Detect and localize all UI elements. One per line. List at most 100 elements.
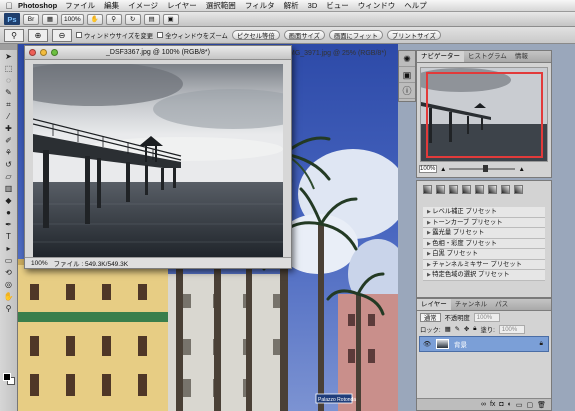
menu-select[interactable]: 選択範囲 xyxy=(206,0,236,11)
eye-icon[interactable]: 👁︎ xyxy=(423,340,431,348)
tab-layers[interactable]: レイヤー xyxy=(417,299,451,310)
layer-row-background[interactable]: 👁︎ 背景 🔒︎ xyxy=(419,336,549,352)
actual-pixels-button[interactable]: ピクセル等倍 xyxy=(231,30,280,40)
brush-tool-icon[interactable]: ✐ xyxy=(1,135,17,146)
history-brush-tool-icon[interactable]: ↺ xyxy=(1,159,17,170)
lock-transparency-icon[interactable]: ▦ xyxy=(445,326,451,333)
dodge-tool-icon[interactable]: ● xyxy=(1,207,17,218)
menu-filter[interactable]: フィルタ xyxy=(245,0,275,11)
preset-black-white[interactable]: 白黒 プリセット xyxy=(423,249,545,260)
info-panel-icon[interactable]: ⓘ xyxy=(399,83,415,99)
menu-3d[interactable]: 3D xyxy=(308,1,318,10)
menu-analysis[interactable]: 解析 xyxy=(284,0,299,11)
shape-tool-icon[interactable]: ▭ xyxy=(1,255,17,266)
hand-tool-icon[interactable]: ✋ xyxy=(86,13,103,25)
lock-image-icon[interactable]: ✎ xyxy=(455,326,460,333)
opacity-field[interactable]: 100% xyxy=(473,312,500,322)
layer-style-icon[interactable]: fx xyxy=(490,401,495,408)
menu-image[interactable]: イメージ xyxy=(128,0,158,11)
menu-layer[interactable]: レイヤー xyxy=(167,0,197,11)
tab-paths[interactable]: パス xyxy=(491,299,512,310)
menu-edit[interactable]: 編集 xyxy=(104,0,119,11)
curves-adjust-icon[interactable] xyxy=(449,185,458,194)
apple-icon[interactable]:  xyxy=(0,1,18,11)
guides-button[interactable]: ▦ xyxy=(42,13,58,25)
preset-selective-color[interactable]: 特定色域の選択 プリセット xyxy=(423,270,545,281)
menu-help[interactable]: ヘルプ xyxy=(404,0,427,11)
document-title-bar[interactable]: _DSF3367.jpg @ 100% (RGB/8*) xyxy=(25,46,291,60)
adjustments-panel-icon[interactable]: ▣ xyxy=(399,67,415,83)
zoom-out-icon[interactable]: ⊖ xyxy=(52,28,72,42)
hand-tool-icon[interactable]: ✋ xyxy=(1,291,17,302)
tool-presets-icon[interactable]: ✺ xyxy=(399,51,415,67)
navigator-zoom-slider[interactable] xyxy=(449,165,516,172)
preset-exposure[interactable]: 露光量 プリセット xyxy=(423,228,545,239)
tools-panel-grip[interactable] xyxy=(0,44,17,50)
exposure-adjust-icon[interactable] xyxy=(462,185,471,194)
blend-mode-select[interactable]: 通常 xyxy=(420,312,441,322)
color-balance-adjust-icon[interactable] xyxy=(501,185,510,194)
tab-channels[interactable]: チャンネル xyxy=(451,299,491,310)
tab-histogram[interactable]: ヒストグラム xyxy=(464,51,511,62)
navigator-zoom-field[interactable]: 100% xyxy=(419,165,437,173)
fill-screen-button[interactable]: 画面にフィット xyxy=(328,30,383,40)
move-tool-icon[interactable]: ➤ xyxy=(1,51,17,62)
preset-curves[interactable]: トーンカーブ プリセット xyxy=(423,217,545,228)
rotate-view-icon[interactable]: ↻ xyxy=(124,13,141,25)
trash-icon[interactable]: 🗑︎ xyxy=(537,401,546,409)
lasso-tool-icon[interactable]: ◌ xyxy=(1,75,17,86)
pier-photo[interactable] xyxy=(33,64,283,257)
zoom-out-small-icon[interactable]: ▲ xyxy=(440,166,446,173)
tab-navigator[interactable]: ナビゲーター xyxy=(417,51,464,62)
eraser-tool-icon[interactable]: ▱ xyxy=(1,171,17,182)
pen-tool-icon[interactable]: ✒ xyxy=(1,219,17,230)
zoom-level-select[interactable]: 100% xyxy=(61,13,84,25)
checkbox-box[interactable] xyxy=(76,32,82,38)
3d-orbit-tool-icon[interactable]: ◎ xyxy=(1,279,17,290)
bridge-button[interactable]: Br xyxy=(23,13,39,25)
brightness-adjust-icon[interactable] xyxy=(423,185,432,194)
print-size-button[interactable]: プリントサイズ xyxy=(386,30,441,40)
type-tool-icon[interactable]: T xyxy=(1,231,17,242)
adjustment-layer-icon[interactable]: ◐ xyxy=(508,401,512,408)
layer-mask-icon[interactable]: ◘ xyxy=(499,401,503,408)
preset-levels[interactable]: レベル補正 プリセット xyxy=(423,207,545,218)
document-zoom[interactable]: 100% xyxy=(31,260,48,267)
fill-field[interactable]: 100% xyxy=(498,324,525,334)
checkbox-box[interactable] xyxy=(157,32,164,38)
arrange-documents-icon[interactable]: ▤ xyxy=(143,13,160,25)
hue-saturation-adjust-icon[interactable] xyxy=(488,185,497,194)
marquee-tool-icon[interactable]: ⬚ xyxy=(1,63,17,74)
gradient-tool-icon[interactable]: ▥ xyxy=(1,183,17,194)
crop-tool-icon[interactable]: ⌗ xyxy=(1,99,17,110)
slider-thumb[interactable] xyxy=(483,165,489,172)
zoom-tool-icon[interactable]: ⚲ xyxy=(105,13,122,25)
zoom-in-icon[interactable]: ⊕ xyxy=(28,28,48,42)
document-file-info[interactable]: ファイル : 549.3K/549.3K xyxy=(54,258,128,268)
preset-channel-mixer[interactable]: チャンネルミキサー プリセット xyxy=(423,259,545,270)
foreground-color-swatch[interactable] xyxy=(3,373,11,381)
menu-file[interactable]: ファイル xyxy=(65,0,95,11)
menu-view[interactable]: ビュー xyxy=(326,0,349,11)
screen-mode-icon[interactable]: ▣ xyxy=(162,13,179,25)
zoom-all-checkbox[interactable]: 全ウィンドウをズーム xyxy=(157,31,228,40)
black-white-adjust-icon[interactable] xyxy=(514,185,523,194)
menu-window[interactable]: ウィンドウ xyxy=(358,0,396,11)
background-document-title[interactable]: MG_3971.jpg @ 25% (RGB/8*) xyxy=(289,50,386,57)
group-icon[interactable]: ▭ xyxy=(516,401,523,409)
menu-app-name[interactable]: Photoshop xyxy=(18,1,57,10)
new-layer-icon[interactable]: ▢ xyxy=(526,401,533,409)
navigator-view-box[interactable] xyxy=(426,72,543,158)
eyedropper-tool-icon[interactable]: ⁄ xyxy=(1,111,17,122)
zoom-tool-preset-icon[interactable]: ⚲ xyxy=(4,28,24,42)
link-layers-icon[interactable]: ∞ xyxy=(481,401,486,408)
clone-stamp-tool-icon[interactable]: ⚘ xyxy=(1,147,17,158)
tab-info[interactable]: 情報 xyxy=(511,51,532,62)
blur-tool-icon[interactable]: ◆ xyxy=(1,195,17,206)
3d-rotate-tool-icon[interactable]: ⟲ xyxy=(1,267,17,278)
healing-brush-tool-icon[interactable]: ✚ xyxy=(1,123,17,134)
preset-hue-saturation[interactable]: 色相・彩度 プリセット xyxy=(423,238,545,249)
document-window[interactable]: _DSF3367.jpg @ 100% (RGB/8*) 100% ファイル:… xyxy=(24,45,292,269)
zoom-in-large-icon[interactable]: ▲ xyxy=(518,166,524,173)
lock-all-icon[interactable]: 🔒︎ xyxy=(473,325,476,333)
